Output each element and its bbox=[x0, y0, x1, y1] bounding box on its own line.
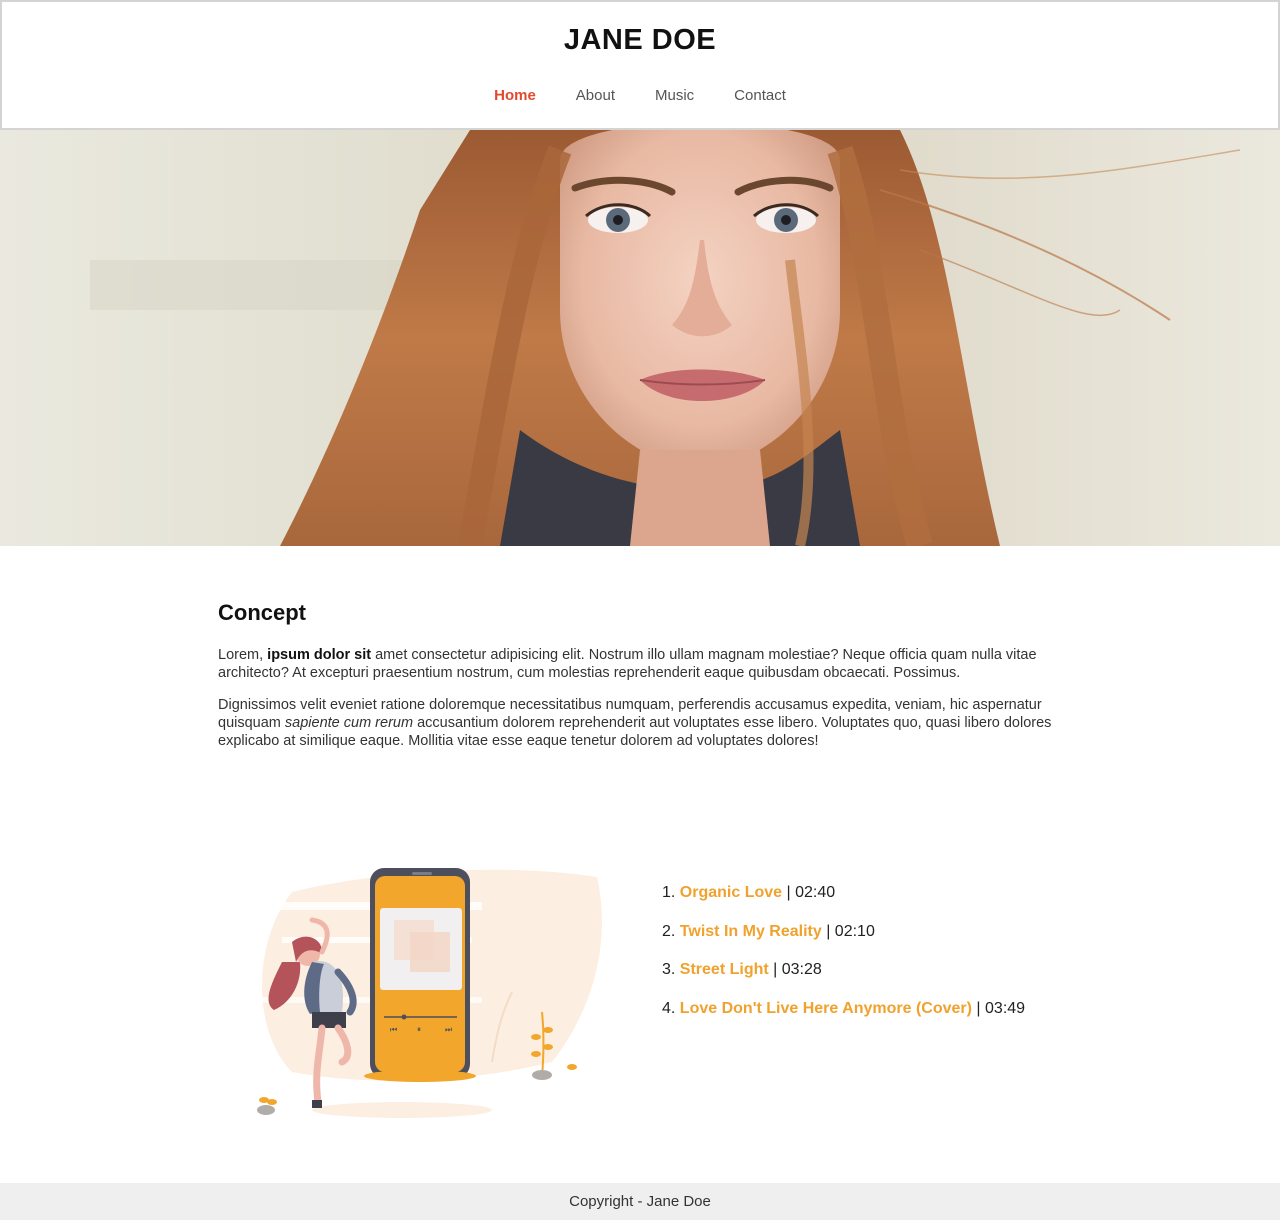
track-list: 1. Organic Love | 02:40 2. Twist In My R… bbox=[662, 882, 1082, 1036]
concept-paragraph-2: Dignissimos velit eveniet ratione dolore… bbox=[218, 696, 1068, 750]
site-header: JANE DOE Home About Music Contact bbox=[0, 0, 1280, 130]
track-duration: | 02:40 bbox=[782, 884, 836, 901]
portrait-photo bbox=[0, 130, 1280, 546]
site-footer: Copyright - Jane Doe bbox=[0, 1183, 1280, 1220]
p1-start: Lorem, bbox=[218, 647, 268, 663]
track-title-link[interactable]: Love Don't Live Here Anymore (Cover) bbox=[680, 1000, 972, 1017]
site-title: JANE DOE bbox=[563, 24, 717, 56]
track-title-link[interactable]: Street Light bbox=[680, 961, 769, 978]
track-duration: | 03:28 bbox=[768, 961, 822, 978]
track-duration: | 02:10 bbox=[821, 922, 875, 940]
track-number: 1. bbox=[662, 884, 676, 901]
concept-section: Concept Lorem, ipsum dolor sit amet cons… bbox=[218, 600, 1068, 764]
concept-heading: Concept bbox=[218, 600, 306, 625]
track-title-link[interactable]: Twist In My Reality bbox=[680, 923, 822, 940]
track-item: 4. Love Don't Live Here Anymore (Cover) … bbox=[662, 998, 1082, 1020]
svg-text:⏸: ⏸ bbox=[417, 1025, 421, 1034]
track-title-link[interactable]: Organic Love bbox=[680, 884, 782, 901]
concept-paragraph-1: Lorem, ipsum dolor sit amet consectetur … bbox=[218, 646, 1068, 682]
copyright-text: Copyright - Jane Doe bbox=[569, 1193, 711, 1210]
nav-home[interactable]: Home bbox=[474, 86, 556, 106]
music-player-illustration: ⏮ ⏸ ⏭ bbox=[252, 862, 612, 1124]
svg-text:⏭: ⏭ bbox=[445, 1025, 452, 1034]
main-nav: Home About Music Contact bbox=[2, 86, 1278, 106]
track-number: 4. bbox=[662, 999, 676, 1017]
nav-contact[interactable]: Contact bbox=[714, 86, 806, 106]
hero-image bbox=[0, 130, 1280, 546]
track-number: 2. bbox=[662, 922, 676, 940]
track-item: 3. Street Light | 03:28 bbox=[662, 959, 1082, 981]
track-duration: | 03:49 bbox=[971, 999, 1026, 1017]
svg-text:⏮: ⏮ bbox=[390, 1025, 397, 1034]
track-item: 1. Organic Love | 02:40 bbox=[662, 882, 1082, 904]
nav-music[interactable]: Music bbox=[635, 86, 714, 106]
track-number: 3. bbox=[662, 961, 676, 978]
p2-italic: sapiente cum rerum bbox=[284, 715, 414, 731]
track-item: 2. Twist In My Reality | 02:10 bbox=[662, 921, 1082, 943]
nav-about[interactable]: About bbox=[556, 86, 635, 106]
p1-bold: ipsum dolor sit bbox=[267, 647, 372, 663]
